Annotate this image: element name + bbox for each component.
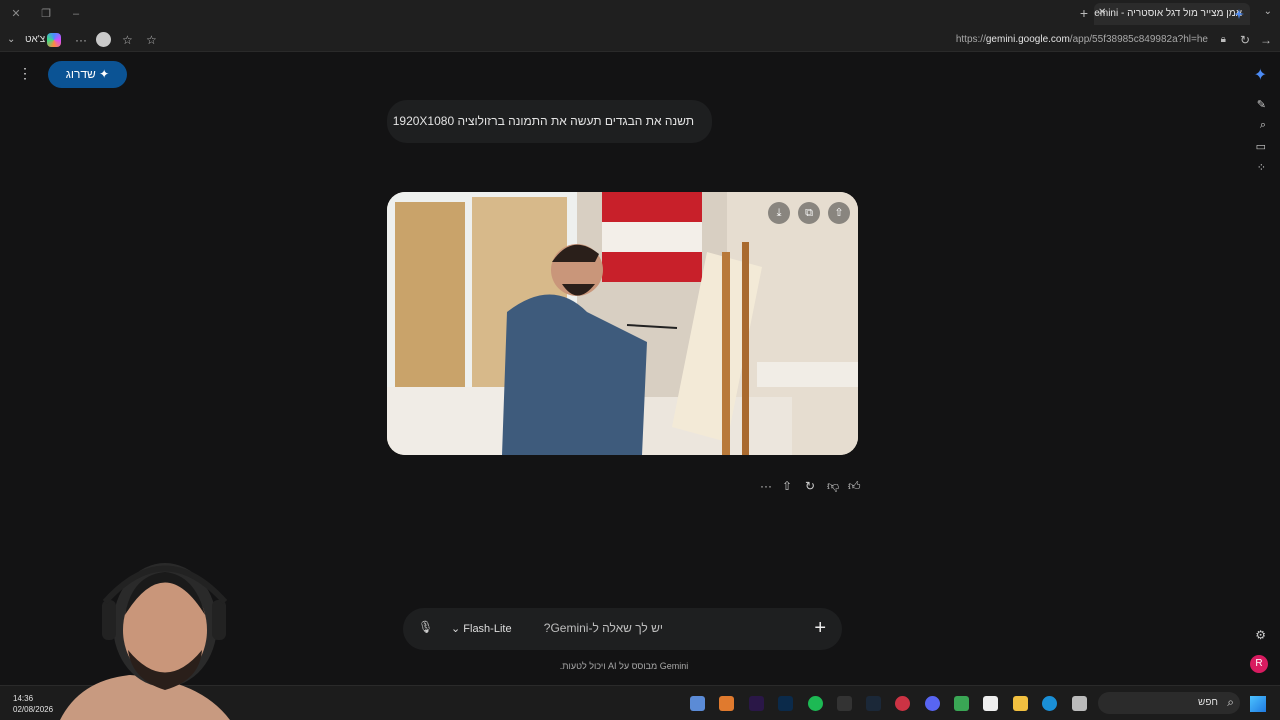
add-attachment-icon[interactable]: + — [814, 617, 826, 640]
premiere-icon[interactable] — [749, 696, 764, 711]
url-field[interactable]: https://gemini.google.com/app/55f38985c8… — [956, 34, 1208, 45]
new-chat-icon[interactable]: ✎ — [1257, 98, 1266, 111]
profile-avatar[interactable] — [96, 32, 111, 47]
tab-gemini[interactable]: אמן מצייר מול דגל אוסטריה - Gemini ✕ — [1094, 3, 1250, 25]
refresh-icon[interactable]: ↻ — [1240, 33, 1250, 47]
webcam-overlay — [0, 530, 265, 720]
settings-gear-icon[interactable]: ⚙ — [1255, 628, 1266, 642]
menu-kebab-icon[interactable]: ⋮ — [18, 65, 32, 82]
tab-title: אמן מצייר מול דגל אוסטריה - Gemini — [1094, 8, 1242, 19]
regenerate-icon[interactable]: ↻ — [805, 479, 815, 493]
chevron-down-icon: ⌄ — [451, 623, 464, 635]
app-icon[interactable] — [719, 696, 734, 711]
streamer-webcam-illustration — [60, 563, 230, 720]
thumbs-down-icon[interactable]: 👎︎ — [827, 479, 839, 494]
more-options-icon[interactable]: ··· — [75, 33, 87, 47]
lock-icon[interactable]: 🔒︎ — [1221, 33, 1226, 47]
browser-titlebar: ✕ ❐ – + אמן מצייר מול דגל אוסטריה - Gemi… — [0, 0, 1280, 28]
account-avatar[interactable]: R — [1250, 655, 1268, 673]
restore-window-icon[interactable]: ❐ — [38, 6, 54, 22]
photoshop-icon[interactable] — [778, 696, 793, 711]
favorites-list-icon[interactable]: ☆ — [122, 33, 133, 47]
taskbar-search[interactable]: חפש ⌕ — [1098, 692, 1240, 714]
close-window-icon[interactable]: ✕ — [8, 6, 24, 22]
epic-games-icon[interactable] — [837, 696, 852, 711]
taskbar-search-label: חפש — [1198, 697, 1218, 708]
microphone-icon[interactable]: 🎙︎ — [418, 620, 433, 634]
library-icon[interactable]: ▭ — [1256, 140, 1266, 153]
discord-icon[interactable] — [925, 696, 940, 711]
chevron-down-icon[interactable]: ⌄ — [7, 33, 15, 47]
minimize-window-icon[interactable]: – — [68, 6, 84, 22]
forward-arrow-icon[interactable]: → — [1260, 33, 1272, 47]
app-icon[interactable] — [954, 696, 969, 711]
url-domain: gemini.google.com — [985, 34, 1070, 45]
prompt-placeholder[interactable]: יש לך שאלה ל-Gemini? — [533, 621, 663, 635]
model-label: Flash-Lite — [463, 623, 512, 635]
tradingview-icon[interactable] — [983, 696, 998, 711]
steam-icon[interactable] — [866, 696, 881, 711]
address-bar: ⌄ צ'אט ··· ☆ ☆ https://gemini.google.com… — [0, 28, 1280, 52]
search-icon[interactable]: ⌕ — [1260, 119, 1266, 132]
url-prefix: https:// — [955, 34, 986, 45]
search-icon: ⌕ — [1227, 695, 1234, 709]
prompt-input-box[interactable]: 🎙︎ ⌄ Flash-Lite יש לך שאלה ל-Gemini? + — [403, 608, 842, 650]
add-favorite-icon[interactable]: ☆ — [146, 33, 157, 47]
app-icon[interactable] — [1072, 696, 1087, 711]
url-path: /app/55f38985c849982a?hl=he — [1069, 34, 1208, 45]
user-message: תשנה את הבגדים תעשה את התמונה ברזולוציה … — [387, 100, 712, 143]
spotify-icon[interactable] — [808, 696, 823, 711]
download-icon[interactable]: ⤓ — [768, 202, 790, 224]
file-explorer-icon[interactable] — [1013, 696, 1028, 711]
tab-close-icon[interactable]: ✕ — [1098, 7, 1106, 18]
tab-list-chevron-icon[interactable]: ⌄ — [1264, 6, 1272, 17]
share-response-icon[interactable]: ⇧ — [782, 479, 792, 493]
upgrade-button[interactable]: ✦ שדרוג — [48, 61, 127, 88]
more-actions-icon[interactable]: ··· — [760, 479, 772, 493]
generated-image[interactable]: ⤓ ⧉ ⇧ — [387, 192, 858, 455]
chat-label[interactable]: צ'אט — [25, 34, 45, 45]
edge-icon[interactable] — [1042, 696, 1057, 711]
thumbs-up-icon[interactable]: 👍︎ — [848, 479, 861, 494]
copilot-icon[interactable] — [47, 33, 61, 47]
new-tab-button[interactable]: + — [1080, 5, 1088, 21]
share-icon[interactable]: ⇧ — [828, 202, 850, 224]
windows-start-icon[interactable] — [1250, 696, 1266, 712]
copy-icon[interactable]: ⧉ — [798, 202, 820, 224]
gemini-logo-icon[interactable]: ✦ — [1254, 65, 1267, 85]
painter-scene-illustration — [387, 192, 858, 455]
model-selector[interactable]: ⌄ Flash-Lite — [451, 622, 512, 635]
apps-icon[interactable]: ⁘ — [1257, 161, 1266, 174]
browser-app-icon[interactable] — [895, 696, 910, 711]
calculator-icon[interactable] — [690, 696, 705, 711]
gemini-favicon-icon — [1234, 9, 1244, 19]
